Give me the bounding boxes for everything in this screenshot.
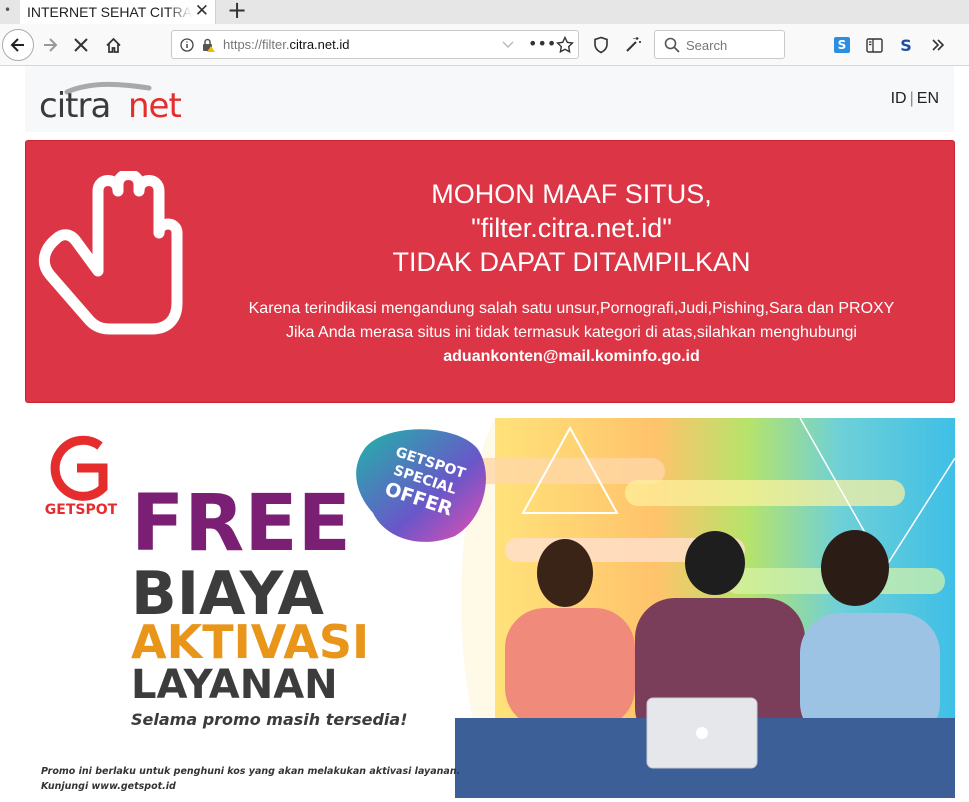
alert-heading-line1: MOHON MAAF SITUS, <box>431 179 712 209</box>
magic-wand-icon <box>626 37 641 52</box>
headline-layanan: LAYANAN <box>131 662 338 708</box>
headline-free: FREE <box>131 479 351 569</box>
stop-button[interactable] <box>70 24 92 66</box>
stop-hand-icon <box>38 171 183 335</box>
citranet-logo[interactable]: citra net <box>37 76 202 124</box>
search-placeholder: Search <box>686 38 728 53</box>
tab-strip: • INTERNET SEHAT CITRANET ✕ + <box>0 0 969 24</box>
shield-icon <box>594 36 608 54</box>
info-icon <box>180 38 194 52</box>
home-button[interactable] <box>102 24 124 66</box>
promo-artwork: GETSPOT SPECIAL OFFER GETSPOT FREE BIAYA… <box>41 418 955 798</box>
s-extension-icon: S <box>834 37 850 53</box>
sidebar-icon <box>865 37 883 53</box>
stop-icon <box>74 38 88 52</box>
search-input[interactable]: Search <box>654 30 785 59</box>
tab-title: INTERNET SEHAT CITRANET <box>27 4 192 20</box>
lang-en-link[interactable]: EN <box>917 90 939 107</box>
close-icon[interactable]: ✕ <box>195 1 209 21</box>
back-button[interactable] <box>1 24 35 66</box>
extension-magic-button[interactable] <box>622 24 644 66</box>
url-bar[interactable]: https://filter.citra.net.id ••• <box>171 30 579 59</box>
search-icon <box>664 37 680 53</box>
home-icon <box>105 37 121 53</box>
alert-text-block: MOHON MAAF SITUS, "filter.citra.net.id" … <box>214 141 929 369</box>
getspot-promo-banner[interactable]: GETSPOT SPECIAL OFFER GETSPOT FREE BIAYA… <box>25 418 955 798</box>
headline-aktivasi: AKTIVASI <box>131 615 369 669</box>
language-switcher: ID | EN <box>891 90 939 108</box>
chevron-down-icon <box>502 41 514 49</box>
tracking-shield-button[interactable] <box>590 24 612 66</box>
navigation-bar: https://filter.citra.net.id ••• Search S… <box>0 24 969 66</box>
tab-audio-dot: • <box>4 3 12 17</box>
blocked-site-alert: MOHON MAAF SITUS, "filter.citra.net.id" … <box>25 140 955 403</box>
alert-heading-domain: "filter.citra.net.id" <box>471 213 672 243</box>
getspot-brand: GETSPOT <box>45 502 118 518</box>
lang-id-link[interactable]: ID <box>891 90 907 107</box>
insecure-lock-icon <box>203 38 215 52</box>
page-actions-icon[interactable]: ••• <box>528 34 556 53</box>
alert-email-link[interactable]: aduankonten@mail.kominfo.go.id <box>214 345 929 369</box>
alert-reason: Karena terindikasi mengandung salah satu… <box>248 300 895 317</box>
svg-text:citra: citra <box>39 86 110 124</box>
overflow-menu-button[interactable] <box>928 24 948 66</box>
reader-sidebar-button[interactable] <box>864 24 884 66</box>
double-chevron-right-icon <box>932 39 945 51</box>
extension-skype-button[interactable]: S <box>896 24 916 66</box>
active-tab[interactable]: INTERNET SEHAT CITRANET ✕ <box>20 0 216 24</box>
extension-s-button[interactable]: S <box>833 24 851 66</box>
banner-tagline: Selama promo masih tersedia! <box>131 710 408 729</box>
alert-heading-line3: TIDAK DAPAT DITAMPILKAN <box>392 247 751 277</box>
bookmark-star-icon <box>556 36 574 54</box>
s-brand-icon: S <box>900 35 912 55</box>
arrow-right-icon <box>44 38 58 52</box>
banner-visit-link: Kunjungi www.getspot.id <box>41 781 176 792</box>
svg-text:net: net <box>128 86 181 124</box>
new-tab-button[interactable]: + <box>227 0 247 24</box>
lang-separator: | <box>909 90 914 107</box>
arrow-left-icon <box>10 38 24 52</box>
banner-fine-print: Promo ini berlaku untuk penghuni kos yan… <box>41 766 460 777</box>
url-text: https://filter.citra.net.id <box>223 37 350 52</box>
alert-contact: Jika Anda merasa situs ini tidak termasu… <box>286 324 857 341</box>
forward-button[interactable] <box>38 24 62 66</box>
site-header: citra net ID | EN <box>25 66 954 132</box>
